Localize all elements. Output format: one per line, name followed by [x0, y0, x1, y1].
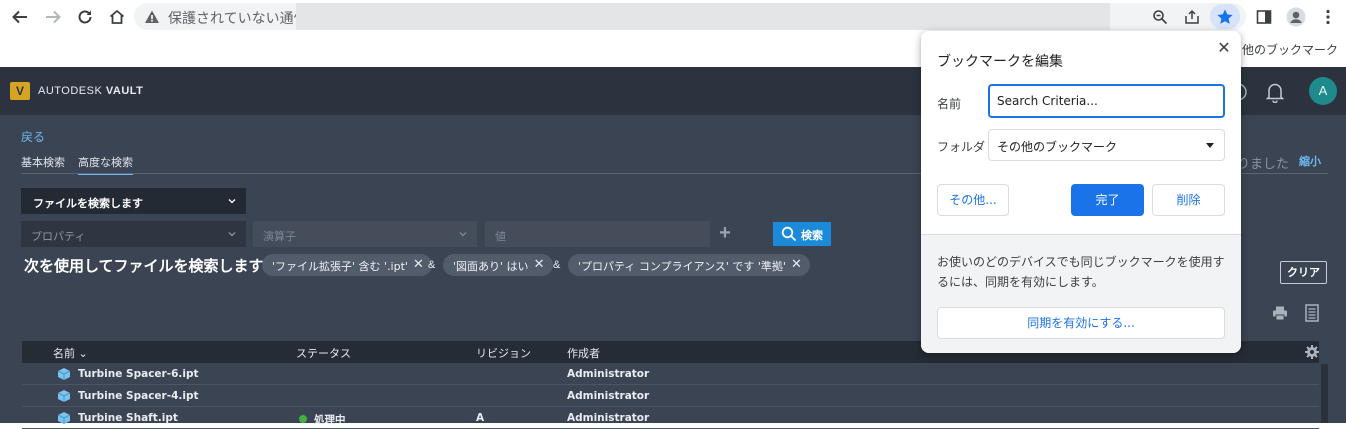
column-header-revision[interactable]: リビジョン: [476, 345, 531, 361]
chevron-down-icon: [459, 232, 467, 237]
search-button-label: 検索: [801, 229, 823, 242]
vault-logo[interactable]: V: [10, 82, 30, 100]
star-icon[interactable]: [1210, 4, 1240, 29]
close-icon[interactable]: ✕: [1215, 39, 1233, 57]
table-row[interactable]: Turbine Spacer-4.ipt Administrator: [22, 385, 1319, 407]
table-row[interactable]: Turbine Spacer-6.ipt Administrator: [22, 363, 1319, 385]
part-icon: [57, 368, 71, 380]
search-button[interactable]: 検索: [773, 222, 831, 246]
profile-icon[interactable]: [1283, 4, 1309, 30]
logo-brand: AUTODESK: [38, 85, 103, 97]
chevron-down-icon: ⌄: [78, 347, 88, 360]
table-row[interactable]: Turbine Shaft.ipt 処理中 A Administrator: [22, 407, 1319, 429]
column-header-name-label: 名前: [53, 347, 75, 360]
criteria-chip: 'プロパティ コンプライアンス' です '準拠' ✕: [568, 254, 810, 276]
sync-promo: お使いのどのデバイスでも同じブックマークを使用するには、同期を有効にします。 同…: [921, 234, 1241, 353]
cell-name: Turbine Spacer-6.ipt: [78, 368, 199, 380]
search-type-label: ファイルを検索します: [33, 197, 143, 210]
forward-icon[interactable]: [40, 4, 66, 30]
edit-bookmark-dialog: ブックマークを編集 ✕ 名前 Search Criteria... フォルダ そ…: [921, 31, 1241, 353]
reload-icon[interactable]: [72, 4, 98, 30]
criteria-title: 次を使用してファイルを検索します: [24, 257, 264, 275]
zoom-icon[interactable]: [1150, 7, 1170, 27]
criteria-chip: '図面あり' はい ✕: [443, 254, 553, 276]
delete-button[interactable]: 削除: [1152, 184, 1225, 216]
criteria-separator: &: [428, 259, 436, 271]
chevron-down-icon: [228, 199, 236, 204]
criteria-chip: 'ファイル拡張子' 含む '.ipt' ✕: [262, 254, 432, 276]
enable-sync-button[interactable]: 同期を有効にする...: [937, 307, 1225, 339]
cell-status: 処理中: [314, 414, 346, 426]
home-icon[interactable]: [104, 4, 130, 30]
more-button[interactable]: その他...: [937, 184, 1009, 216]
criteria-chip-label: '図面あり' はい: [453, 260, 529, 273]
chevron-down-icon: [1206, 143, 1214, 148]
back-link[interactable]: 戻る: [21, 128, 45, 145]
chevron-down-icon: [228, 232, 236, 237]
column-header-author[interactable]: 作成者: [567, 345, 600, 361]
value-input[interactable]: 値: [485, 221, 710, 247]
gear-icon[interactable]: [1304, 344, 1320, 360]
bookmark-name-input[interactable]: Search Criteria...: [988, 84, 1225, 118]
cell-author: Administrator: [567, 390, 650, 402]
folder-select[interactable]: その他のブックマーク: [988, 129, 1225, 161]
close-icon[interactable]: ✕: [534, 257, 545, 272]
status-dot: [299, 415, 307, 423]
add-criteria-button[interactable]: +: [717, 223, 733, 243]
part-icon: [57, 390, 71, 402]
grid-scrollbar[interactable]: [1321, 364, 1328, 423]
operator-dropdown[interactable]: 演算子: [253, 221, 477, 247]
search-type-dropdown[interactable]: ファイルを検索します: [21, 188, 246, 214]
logo-text: AUTODESK VAULT: [38, 85, 143, 97]
clear-button[interactable]: クリア: [1280, 261, 1327, 284]
cell-revision: A: [476, 412, 485, 424]
cell-name: Turbine Spacer-4.ipt: [78, 390, 199, 402]
criteria-separator: &: [553, 259, 561, 271]
criteria-chip-label: 'ファイル拡張子' 含む '.ipt': [272, 260, 408, 273]
folder-select-value: その他のブックマーク: [997, 140, 1118, 154]
name-label: 名前: [937, 97, 962, 111]
tab-basic-search[interactable]: 基本検索: [21, 154, 65, 170]
url-redacted[interactable]: [296, 3, 1110, 30]
folder-label: フォルダ: [937, 140, 986, 154]
tab-advanced-search[interactable]: 高度な検索: [78, 154, 133, 175]
search-icon: [781, 226, 797, 242]
menu-icon[interactable]: [1315, 4, 1341, 30]
warning-icon[interactable]: [144, 9, 160, 25]
close-icon[interactable]: ✕: [791, 257, 802, 272]
sidepanel-icon[interactable]: [1251, 4, 1277, 30]
property-placeholder: プロパティ: [31, 230, 86, 243]
done-button[interactable]: 完了: [1071, 184, 1144, 216]
close-icon[interactable]: ✕: [413, 257, 424, 272]
operator-placeholder: 演算子: [263, 230, 296, 243]
bell-icon[interactable]: [1265, 81, 1285, 103]
back-icon[interactable]: [7, 4, 33, 30]
security-status: 保護されていない通信: [168, 11, 308, 27]
cell-author: Administrator: [567, 368, 650, 380]
property-dropdown[interactable]: プロパティ: [21, 221, 246, 247]
cell-author: Administrator: [567, 412, 650, 424]
share-icon[interactable]: [1182, 7, 1202, 27]
cell-name: Turbine Shaft.ipt: [78, 412, 178, 424]
column-header-status[interactable]: ステータス: [296, 345, 351, 361]
value-placeholder: 値: [495, 230, 506, 243]
notice-text: りました: [1237, 157, 1290, 172]
dialog-title: ブックマークを編集: [937, 54, 1063, 70]
sync-description: お使いのどのデバイスでも同じブックマークを使用するには、同期を有効にします。: [937, 255, 1225, 289]
column-header-name[interactable]: 名前 ⌄: [53, 345, 88, 361]
print-icon[interactable]: [1272, 305, 1288, 321]
document-icon[interactable]: [1305, 304, 1319, 322]
address-bar[interactable]: 保護されていない通信: [134, 3, 1246, 30]
logo-product: VAULT: [105, 85, 144, 97]
criteria-chip-label: 'プロパティ コンプライアンス' です '準拠': [578, 260, 786, 273]
browser-toolbar: 保護されていない通信: [0, 0, 1346, 34]
user-avatar[interactable]: A: [1309, 77, 1337, 105]
collapse-link[interactable]: 縮小: [1299, 153, 1321, 169]
